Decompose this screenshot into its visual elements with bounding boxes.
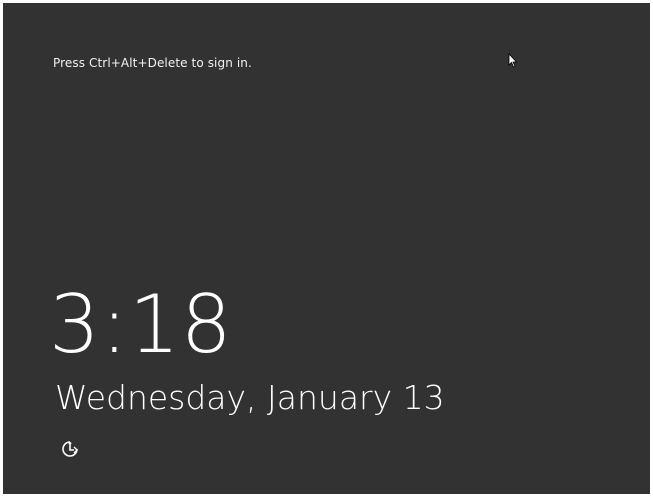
mouse-pointer-icon	[508, 52, 518, 69]
ease-of-access-icon[interactable]	[60, 439, 80, 459]
clock-date: Wednesday, January 13	[55, 378, 445, 417]
sign-in-prompt: Press Ctrl+Alt+Delete to sign in.	[53, 56, 252, 70]
lock-screen[interactable]: Press Ctrl+Alt+Delete to sign in. 3:18 W…	[3, 3, 650, 494]
clock-time: 3:18	[49, 278, 233, 371]
